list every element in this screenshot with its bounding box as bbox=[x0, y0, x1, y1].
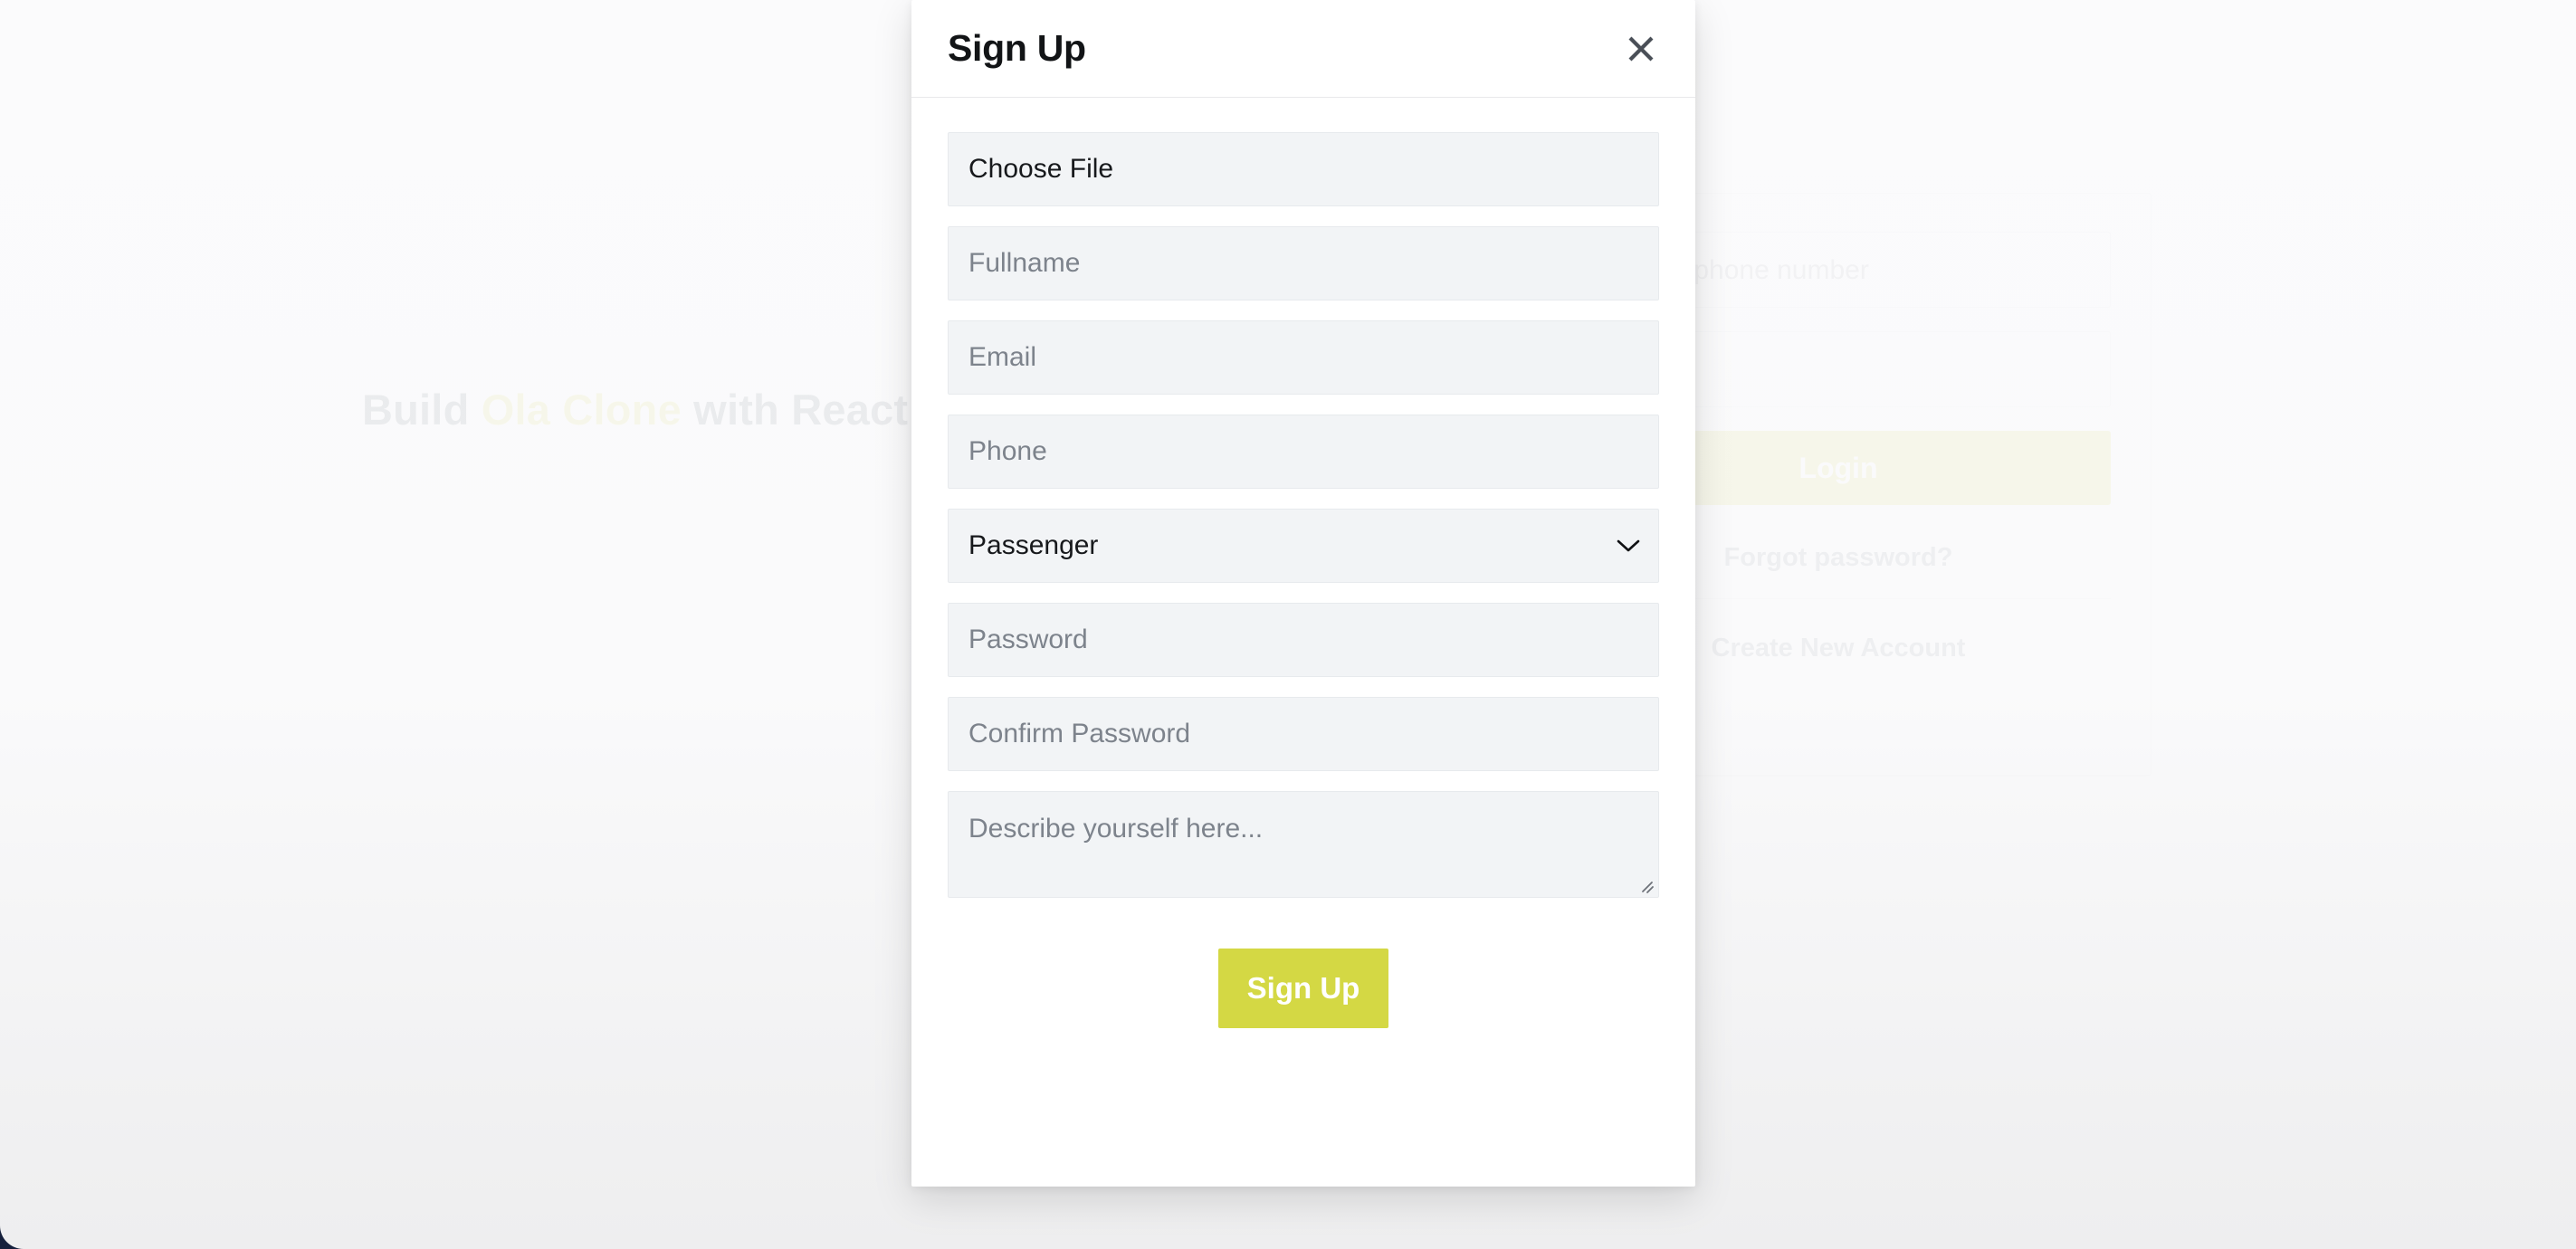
confirm-password-field[interactable]: Confirm Password bbox=[948, 697, 1659, 771]
signup-submit-button[interactable]: Sign Up bbox=[1218, 949, 1388, 1028]
hero-heading-suffix: with React bbox=[681, 386, 909, 434]
browser-viewport: Build Ola Clone with React Email or phon… bbox=[0, 0, 2576, 1249]
signup-button-row: Sign Up bbox=[948, 920, 1659, 1028]
chevron-down-icon bbox=[1617, 539, 1640, 553]
password-field[interactable]: Password bbox=[948, 603, 1659, 677]
role-select-value: Passenger bbox=[968, 530, 1099, 560]
bio-placeholder-text: Describe yourself here... bbox=[968, 814, 1264, 844]
fullname-field[interactable]: Fullname bbox=[948, 226, 1659, 300]
hero-heading-brand: Ola Clone bbox=[481, 386, 682, 434]
hero-heading-prefix: Build bbox=[362, 386, 482, 434]
role-select[interactable]: Passenger bbox=[948, 509, 1659, 583]
signup-modal: Sign Up Choose File Fullname Email Phone… bbox=[911, 0, 1695, 1187]
hero-heading: Build Ola Clone with React bbox=[362, 385, 908, 434]
modal-title: Sign Up bbox=[948, 27, 1086, 69]
email-field[interactable]: Email bbox=[948, 320, 1659, 395]
bio-textarea[interactable]: Describe yourself here... bbox=[948, 791, 1659, 898]
resize-handle-icon[interactable] bbox=[1637, 877, 1655, 895]
choose-file-input[interactable]: Choose File bbox=[948, 132, 1659, 206]
modal-body: Choose File Fullname Email Phone Passeng… bbox=[911, 98, 1695, 1028]
modal-header: Sign Up bbox=[911, 0, 1695, 98]
phone-field[interactable]: Phone bbox=[948, 415, 1659, 489]
close-icon[interactable] bbox=[1617, 25, 1665, 72]
